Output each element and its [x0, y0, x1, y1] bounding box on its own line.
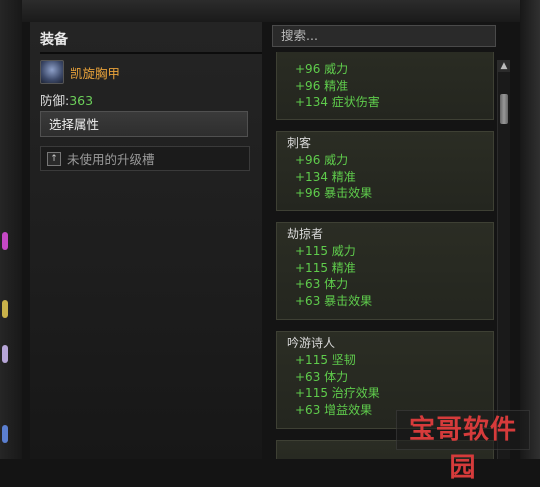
equipment-title: 装备 — [40, 28, 262, 54]
stat-card[interactable]: 劫掠者 +115 威力 +115 精准 +63 体力 +63 暴击效果 — [276, 222, 494, 320]
window-left-frame — [0, 0, 22, 459]
stat-line: +63 暴击效果 — [295, 293, 373, 308]
stat-card-title: 劫掠者 — [287, 227, 324, 241]
equipped-item[interactable]: 凯旋胸甲 — [40, 60, 120, 84]
scroll-thumb[interactable] — [500, 94, 508, 124]
stat-line: +96 精准 — [295, 78, 349, 93]
defense-value: 363 — [69, 93, 94, 108]
stat-line: +115 坚韧 — [295, 353, 356, 367]
stat-combination-list: +96 威力 +96 精准 +134 症状伤害 刺客 +96 威力 +134 精… — [272, 52, 498, 459]
stat-card[interactable]: +96 威力 +96 精准 +134 症状伤害 — [276, 52, 494, 120]
defense-label: 防御: — [40, 93, 70, 108]
stat-card-title: 刺客 — [287, 136, 312, 150]
stat-line: +134 精准 — [295, 169, 356, 184]
window-top-frame — [0, 0, 540, 22]
frame-gem-decoration — [2, 300, 8, 318]
list-scrollbar[interactable]: ▲ — [497, 60, 510, 459]
stat-card[interactable]: 刺客 +96 威力 +134 精准 +96 暴击效果 — [276, 131, 494, 211]
frame-gem-decoration — [2, 345, 8, 363]
stat-line: +96 暴击效果 — [295, 186, 373, 200]
stat-card-title — [287, 52, 487, 61]
scroll-up-arrow-icon[interactable]: ▲ — [498, 60, 510, 72]
upgrade-slot-label: 未使用的升级槽 — [67, 152, 155, 167]
stat-line: +134 症状伤害 — [295, 95, 380, 109]
stat-line: +115 精准 — [295, 260, 356, 275]
defense-stat: 防御:363 — [40, 90, 93, 109]
upgrade-slot-icon: ↑ — [47, 151, 61, 166]
site-watermark: 宝哥软件园 — [396, 410, 530, 483]
equipment-panel — [30, 22, 262, 459]
select-stats-button[interactable]: 选择属性 — [40, 111, 248, 137]
search-input[interactable]: 搜索... — [272, 25, 496, 47]
stat-line: +96 威力 — [295, 153, 349, 167]
stat-line: +115 治疗效果 — [295, 386, 380, 400]
chest-armor-icon[interactable] — [40, 60, 64, 84]
stat-line: +115 威力 — [295, 244, 356, 258]
upgrade-slot[interactable]: ↑ 未使用的升级槽 — [40, 146, 250, 171]
window-right-frame — [520, 0, 540, 459]
frame-gem-decoration — [2, 425, 8, 443]
frame-gem-decoration — [2, 232, 8, 250]
stat-line: +63 体力 — [295, 369, 349, 384]
item-name: 凯旋胸甲 — [70, 65, 121, 81]
stat-line: +63 体力 — [295, 277, 349, 291]
stat-card-title: 吟游诗人 — [287, 336, 336, 350]
stat-line: +96 威力 — [295, 62, 349, 76]
